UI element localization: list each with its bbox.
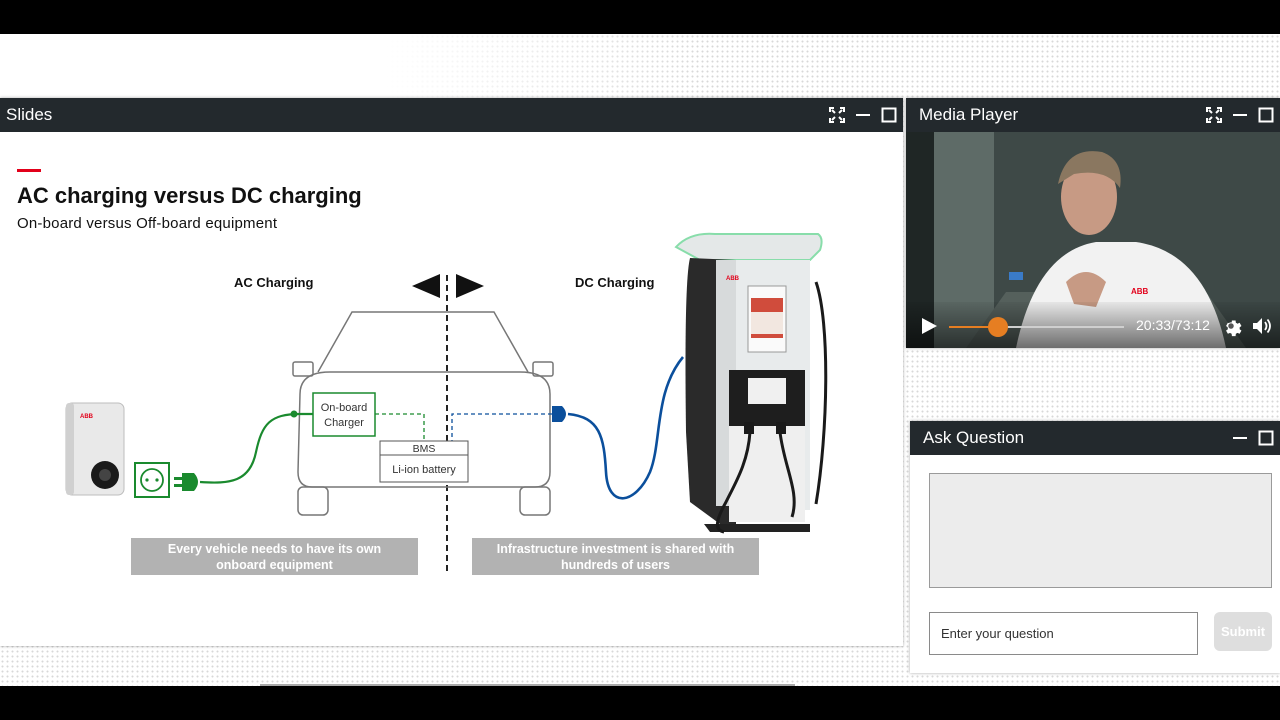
left-arrow-icon <box>412 274 440 298</box>
play-icon[interactable] <box>920 317 938 335</box>
media-player-title: Media Player <box>919 105 1019 124</box>
maximize-icon[interactable] <box>1258 430 1274 446</box>
fullscreen-icon[interactable] <box>829 107 845 123</box>
minimize-icon[interactable] <box>1232 430 1248 446</box>
fullscreen-icon[interactable] <box>1206 107 1222 123</box>
submit-button[interactable]: Submit <box>1214 612 1272 651</box>
socket-icon <box>134 462 170 498</box>
dc-plug-icon <box>552 406 566 422</box>
bms-label: BMS <box>413 443 436 455</box>
right-arrow-icon <box>456 274 484 298</box>
svg-text:ABB: ABB <box>1131 287 1149 296</box>
wallbox-logo: ABB <box>80 414 94 420</box>
ask-question-header: Ask Question <box>910 421 1280 455</box>
media-player-header: Media Player <box>906 98 1280 132</box>
slides-panel-title: Slides <box>6 105 53 124</box>
media-player-panel: Media Player ABB 20:33/73:12 <box>906 98 1280 348</box>
caption-left-line2: onboard equipment <box>216 558 333 572</box>
caption-left: Every vehicle needs to have its own onbo… <box>131 538 418 575</box>
caption-right: Infrastructure investment is shared with… <box>472 538 759 575</box>
question-history-area <box>929 473 1272 588</box>
minimize-icon[interactable] <box>1232 107 1248 123</box>
dc-internal-link <box>451 413 552 441</box>
maximize-icon[interactable] <box>881 107 897 123</box>
top-black-bar <box>0 0 1280 34</box>
ac-plug-icon <box>174 473 198 491</box>
caption-left-line1: Every vehicle needs to have its own <box>167 542 382 556</box>
progress-knob[interactable] <box>988 317 1009 337</box>
ac-cable <box>199 412 313 484</box>
ask-question-panel: Ask Question Submit <box>910 421 1280 673</box>
bottom-black-bar <box>0 686 1280 720</box>
ac-internal-link <box>375 413 425 441</box>
volume-icon[interactable] <box>1252 316 1272 336</box>
battery-label: Li-ion battery <box>392 464 456 476</box>
video-frame[interactable]: ABB 20:33/73:12 <box>906 132 1280 348</box>
progress-track[interactable] <box>949 317 1124 337</box>
station-logo: ABB <box>726 276 740 282</box>
slide-canvas: AC charging versus DC charging On-board … <box>0 132 903 646</box>
ac-charging-label: AC Charging <box>234 275 314 290</box>
minimize-icon[interactable] <box>855 107 871 123</box>
maximize-icon[interactable] <box>1258 107 1274 123</box>
dc-charging-station: ABB <box>674 232 828 534</box>
ac-wallbox: ABB <box>65 402 125 496</box>
slides-panel: Slides AC charging versus DC charging On… <box>0 98 903 646</box>
onboard-charger-line2: Charger <box>324 417 364 429</box>
question-input[interactable] <box>929 612 1198 655</box>
caption-right-line2: hundreds of users <box>560 558 671 572</box>
dc-cable <box>567 356 685 500</box>
gear-icon[interactable] <box>1220 315 1242 337</box>
video-controls: 20:33/73:12 <box>906 302 1280 348</box>
ask-question-title: Ask Question <box>923 428 1025 447</box>
onboard-charger-line1: On-board <box>321 402 367 414</box>
onboard-charger-box <box>312 392 376 437</box>
dc-charging-label: DC Charging <box>575 275 655 290</box>
timecode: 20:33/73:12 <box>1136 317 1210 333</box>
slides-panel-header: Slides <box>0 98 903 132</box>
caption-right-line1: Infrastructure investment is shared with <box>496 542 735 556</box>
